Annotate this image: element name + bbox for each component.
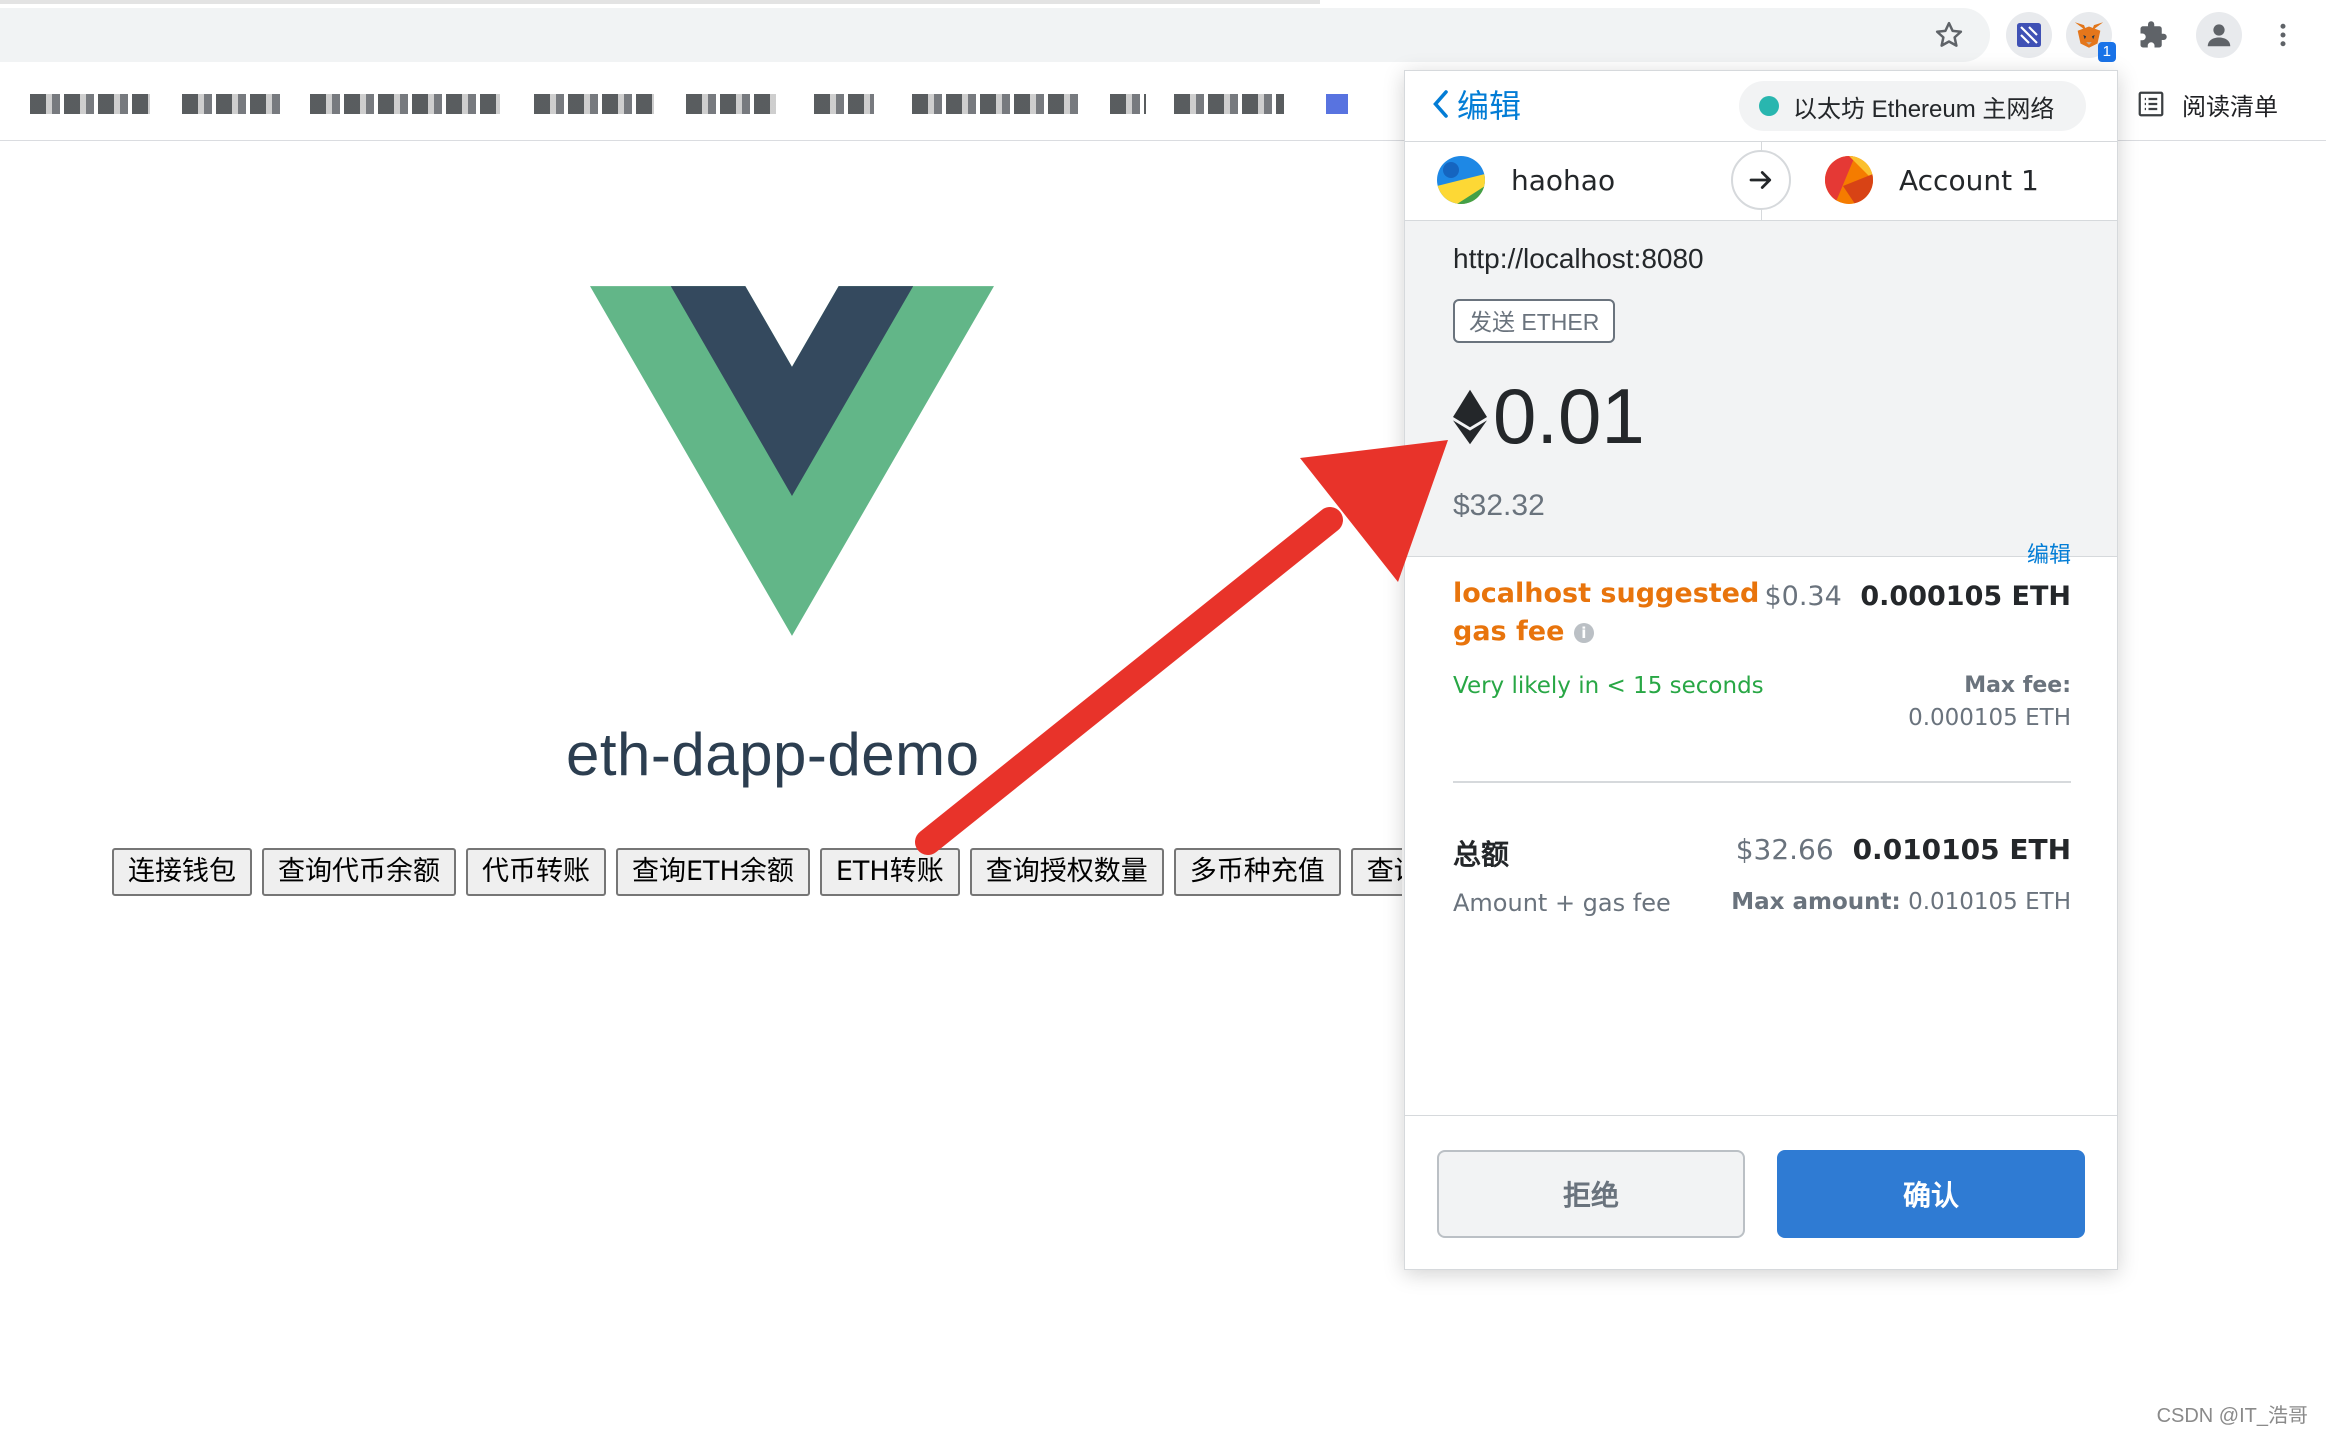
- network-selector[interactable]: 以太坊 Ethereum 主网络: [1739, 81, 2087, 131]
- eth-transfer-button[interactable]: ETH转账: [819, 848, 960, 896]
- max-amount: Max amount: 0.010105 ETH: [1731, 889, 2071, 915]
- total-values: $32.66 0.010105 ETH: [1736, 833, 2071, 866]
- bookmark-item[interactable]: [310, 94, 500, 114]
- method-tag: 发送 ETHER: [1453, 299, 1616, 343]
- reject-button[interactable]: 拒绝: [1437, 1150, 1745, 1238]
- token-transfer-button[interactable]: 代币转账: [466, 848, 606, 896]
- profile-icon[interactable]: [2196, 12, 2242, 58]
- browser-toolbar: 1: [0, 0, 2326, 66]
- address-bar[interactable]: [0, 8, 1990, 62]
- total-eth: 0.010105 ETH: [1852, 833, 2071, 866]
- bookmark-item[interactable]: [534, 94, 654, 114]
- reading-list-icon: [2138, 91, 2164, 117]
- popup-footer: 拒绝 确认: [1405, 1115, 2117, 1269]
- network-status-dot: [1759, 96, 1779, 116]
- star-icon[interactable]: [1926, 12, 1972, 58]
- max-fee-value: 0.000105 ETH: [1908, 705, 2071, 731]
- metamask-fox-icon[interactable]: 1: [2066, 12, 2116, 62]
- chevron-left-icon: [1433, 90, 1448, 118]
- connect-wallet-button[interactable]: 连接钱包: [112, 848, 252, 896]
- puzzle-icon[interactable]: [2130, 12, 2176, 58]
- query-token-balance-button[interactable]: 查询代币余额: [262, 848, 456, 896]
- query-eth-balance-button[interactable]: 查询ETH余额: [616, 848, 810, 896]
- network-name: 以太坊 Ethereum 主网络: [1793, 95, 2055, 123]
- action-button-row: 连接钱包查询代币余额代币转账查询ETH余额ETH转账查询授权数量多币种充值查询: [112, 848, 1402, 896]
- total-fiat: $32.66: [1735, 833, 1834, 866]
- bookmark-item[interactable]: [1326, 94, 1348, 114]
- gas-fee-label: localhost suggested gas fee i: [1453, 575, 1793, 651]
- edit-back-link[interactable]: 编辑: [1429, 81, 1521, 127]
- multi-token-deposit-button[interactable]: 多币种充值: [1173, 848, 1341, 896]
- reading-list-label: 阅读清单: [2182, 93, 2278, 121]
- gas-fee-eth: 0.000105 ETH: [1860, 581, 2071, 612]
- bookmark-item[interactable]: [1110, 94, 1146, 114]
- confirm-button[interactable]: 确认: [1777, 1150, 2085, 1238]
- recipient-account[interactable]: Account 1: [1825, 156, 2039, 204]
- bookmark-item[interactable]: [814, 94, 874, 114]
- watermark: CSDN @IT_浩哥: [2156, 1405, 2308, 1427]
- gas-fee-values: $0.34 0.000105 ETH: [1764, 581, 2071, 612]
- amount-display: 0.01: [1453, 371, 1645, 462]
- amount-value: 0.01: [1493, 372, 1645, 460]
- sender-name: haohao: [1511, 163, 1616, 197]
- vue-logo: [590, 286, 994, 636]
- query-allowance-button[interactable]: 查询授权数量: [969, 848, 1164, 896]
- bookmark-item[interactable]: [912, 94, 1080, 114]
- amount-fiat: $32.32: [1453, 489, 1545, 522]
- tab-strip: [0, 0, 1320, 4]
- bookmark-item[interactable]: [182, 94, 282, 114]
- sender-avatar: [1437, 156, 1485, 204]
- sender-account[interactable]: haohao: [1437, 156, 1615, 204]
- edit-back-label: 编辑: [1457, 87, 1522, 125]
- popup-header: 编辑 以太坊 Ethereum 主网络: [1405, 71, 2117, 139]
- metamask-popup: 编辑 以太坊 Ethereum 主网络 haohao Account 1 htt…: [1404, 70, 2118, 1270]
- bookmark-item[interactable]: [30, 94, 150, 114]
- recipient-name: Account 1: [1899, 163, 2039, 197]
- gas-timing-estimate: Very likely in < 15 seconds: [1453, 673, 1764, 699]
- arrow-right-icon: [1731, 150, 1791, 210]
- max-amount-value: 0.010105 ETH: [1908, 889, 2071, 915]
- info-icon[interactable]: i: [1573, 622, 1594, 643]
- max-fee-label: Max fee:: [1964, 673, 2071, 698]
- query-button[interactable]: 查询: [1350, 848, 1402, 896]
- bookmark-item[interactable]: [1174, 94, 1284, 114]
- extension-badge: 1: [2097, 42, 2116, 62]
- recipient-avatar: [1825, 156, 1873, 204]
- amount-plus-gas-label: Amount + gas fee: [1453, 889, 1671, 917]
- gas-fee-label-text: localhost suggested gas fee: [1453, 578, 1760, 647]
- kebab-menu-icon[interactable]: [2260, 12, 2306, 58]
- sender-recipient-row: haohao Account 1: [1405, 141, 2117, 222]
- bookmark-item[interactable]: [686, 94, 776, 114]
- rabby-icon[interactable]: [2006, 12, 2052, 58]
- reading-list-button[interactable]: 阅读清单: [2136, 86, 2278, 122]
- app-title: eth-dapp-demo: [566, 721, 980, 788]
- gas-fee-fiat: $0.34: [1764, 581, 1842, 612]
- edit-gas-link[interactable]: 编辑: [2027, 537, 2071, 569]
- eth-diamond-icon: [1453, 389, 1487, 444]
- max-amount-label: Max amount:: [1731, 889, 1901, 915]
- total-label: 总额: [1453, 838, 1510, 871]
- origin-url: http://localhost:8080: [1453, 243, 1704, 274]
- section-divider: [1453, 781, 2071, 783]
